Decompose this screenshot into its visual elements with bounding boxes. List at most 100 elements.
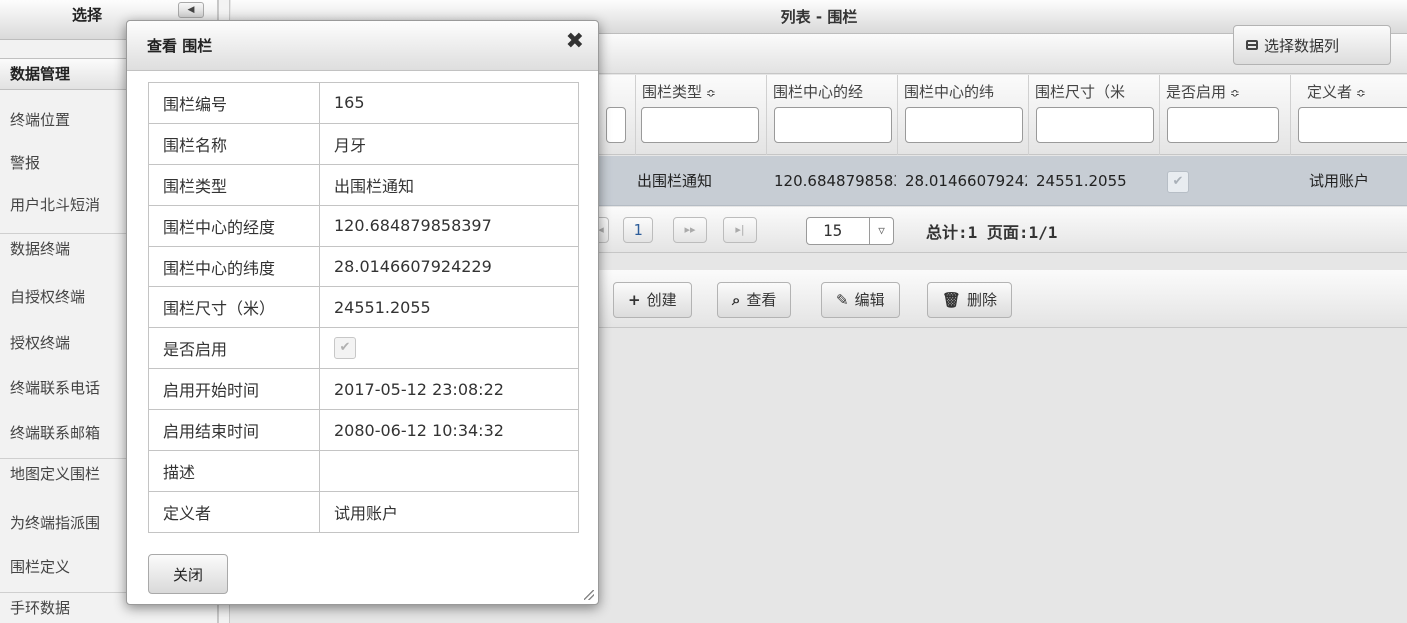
table-row: 启用开始时间 2017-05-12 23:08:22 bbox=[148, 368, 579, 411]
choose-columns-label: 选择数据列 bbox=[1264, 36, 1340, 55]
delete-label: 删除 bbox=[967, 291, 998, 309]
choose-columns-button[interactable]: 选择数据列 bbox=[1233, 25, 1391, 65]
filter-input[interactable] bbox=[905, 107, 1023, 143]
field-label: 围栏类型 bbox=[148, 163, 320, 206]
column-header-center-lng[interactable]: 围栏中心的经 bbox=[766, 75, 896, 155]
table-row: 围栏类型 出围栏通知 bbox=[148, 163, 579, 206]
columns-icon bbox=[1246, 40, 1258, 50]
view-fence-dialog: 查看 围栏 ✖ 围栏编号 165 围栏名称 月牙 围栏类型 出围栏通知 围栏中心… bbox=[126, 20, 599, 605]
sidebar-title: 选择 bbox=[72, 6, 103, 24]
column-header-enabled[interactable]: 是否启用 ≎ bbox=[1159, 75, 1289, 155]
last-page-button[interactable]: ▸| bbox=[723, 217, 757, 243]
table-row: 围栏尺寸（米） 24551.2055 bbox=[148, 286, 579, 329]
field-value: 120.684879858397 bbox=[319, 204, 579, 247]
cell-center-lng: 120.684879858397 bbox=[774, 172, 896, 190]
table-row: 围栏中心的纬度 28.0146607924229 bbox=[148, 245, 579, 288]
resize-grip-icon[interactable] bbox=[584, 590, 594, 600]
close-icon[interactable]: ✖ bbox=[566, 29, 584, 54]
table-row: 定义者 试用账户 bbox=[148, 490, 579, 533]
column-label: 围栏中心的纬 bbox=[904, 83, 995, 101]
field-value: 试用账户 bbox=[319, 490, 579, 533]
column-header-center-lat[interactable]: 围栏中心的纬 bbox=[897, 75, 1027, 155]
page-size-select[interactable]: 15 ▽ bbox=[806, 217, 894, 245]
column-label: 定义者 bbox=[1307, 83, 1353, 101]
column-label: 围栏中心的经 bbox=[773, 83, 864, 101]
column-header-owner[interactable]: 定义者 ≎ bbox=[1290, 75, 1407, 155]
page-number: 1 bbox=[633, 221, 643, 239]
table-row: 启用结束时间 2080-06-12 10:34:32 bbox=[148, 409, 579, 452]
field-value: 出围栏通知 bbox=[319, 163, 579, 206]
field-label: 启用开始时间 bbox=[148, 368, 320, 411]
page-size-value: 15 bbox=[823, 221, 843, 240]
filter-input[interactable] bbox=[606, 107, 626, 143]
field-value: 165 bbox=[319, 82, 579, 124]
create-button[interactable]: + 创建 bbox=[613, 282, 692, 318]
filter-input[interactable] bbox=[774, 107, 892, 143]
table-row: 围栏中心的经度 120.684879858397 bbox=[148, 204, 579, 247]
total-summary: 总计:1 页面:1/1 bbox=[926, 223, 1058, 242]
cell-fence-type: 出围栏通知 bbox=[637, 172, 713, 190]
field-value: 28.0146607924229 bbox=[319, 245, 579, 288]
dialog-title: 查看 围栏 bbox=[147, 37, 213, 55]
checkmark-icon: ✔ bbox=[1167, 170, 1189, 193]
cell-owner: 试用账户 bbox=[1309, 172, 1370, 190]
field-label: 围栏编号 bbox=[148, 82, 320, 124]
triangle-left-icon: ◀ bbox=[187, 5, 195, 15]
sort-icon[interactable]: ≎ bbox=[706, 86, 716, 100]
column-label: 是否启用 bbox=[1166, 83, 1227, 101]
dialog-header[interactable]: 查看 围栏 ✖ bbox=[127, 21, 598, 71]
table-row: 描述 bbox=[148, 450, 579, 492]
column-label: 围栏类型 bbox=[642, 83, 703, 101]
column-header-size[interactable]: 围栏尺寸（米 bbox=[1028, 75, 1158, 155]
field-value: 月牙 bbox=[319, 122, 579, 165]
chevron-down-icon[interactable]: ▽ bbox=[869, 218, 893, 244]
cell-enabled: ✔ bbox=[1159, 156, 1289, 206]
next-icon: ▸▸ bbox=[684, 223, 696, 236]
field-value: 24551.2055 bbox=[319, 286, 579, 329]
field-value: ✔ bbox=[319, 327, 579, 370]
prev-icon: ◂ bbox=[598, 223, 604, 236]
search-icon: ⌕ bbox=[732, 291, 741, 309]
last-page-icon: ▸| bbox=[735, 223, 745, 236]
field-value: 2080-06-12 10:34:32 bbox=[319, 409, 579, 452]
sidebar-collapse-button[interactable]: ◀ bbox=[178, 2, 204, 18]
filter-input[interactable] bbox=[1298, 107, 1407, 143]
cell-center-lat: 28.0146607924229 bbox=[905, 172, 1027, 190]
pencil-icon: ✎ bbox=[836, 291, 849, 309]
view-label: 查看 bbox=[746, 291, 777, 309]
trash-icon: 🗑 bbox=[942, 291, 962, 309]
table-row: 围栏编号 165 bbox=[148, 82, 579, 124]
field-label: 围栏名称 bbox=[148, 122, 320, 165]
field-value: 2017-05-12 23:08:22 bbox=[319, 368, 579, 411]
field-label: 围栏中心的纬度 bbox=[148, 245, 320, 288]
enabled-checkbox: ✔ bbox=[334, 337, 356, 360]
field-value bbox=[319, 450, 579, 492]
page-number-button[interactable]: 1 bbox=[623, 217, 653, 243]
detail-table: 围栏编号 165 围栏名称 月牙 围栏类型 出围栏通知 围栏中心的经度 120.… bbox=[148, 82, 579, 533]
filter-input[interactable] bbox=[1036, 107, 1154, 143]
edit-label: 编辑 bbox=[854, 291, 885, 309]
checkmark-icon: ✔ bbox=[339, 340, 351, 356]
field-label: 描述 bbox=[148, 450, 320, 492]
filter-input[interactable] bbox=[641, 107, 759, 143]
filter-input[interactable] bbox=[1167, 107, 1279, 143]
delete-button[interactable]: 🗑 删除 bbox=[927, 282, 1013, 318]
sort-icon[interactable]: ≎ bbox=[1230, 86, 1240, 100]
plus-icon: + bbox=[628, 291, 641, 309]
view-button[interactable]: ⌕ 查看 bbox=[717, 282, 792, 318]
cell-size: 24551.2055 bbox=[1036, 172, 1127, 190]
close-button[interactable]: 关闭 bbox=[148, 554, 228, 594]
field-label: 是否启用 bbox=[148, 327, 320, 370]
sort-icon[interactable]: ≎ bbox=[1356, 86, 1366, 100]
edit-button[interactable]: ✎ 编辑 bbox=[821, 282, 900, 318]
field-label: 启用结束时间 bbox=[148, 409, 320, 452]
create-label: 创建 bbox=[646, 291, 677, 309]
field-label: 围栏尺寸（米） bbox=[148, 286, 320, 329]
column-label: 围栏尺寸（米 bbox=[1035, 83, 1126, 101]
field-label: 定义者 bbox=[148, 490, 320, 533]
dialog-footer: 关闭 bbox=[148, 554, 228, 594]
table-row: 围栏名称 月牙 bbox=[148, 122, 579, 165]
table-row: 是否启用 ✔ bbox=[148, 327, 579, 370]
field-label: 围栏中心的经度 bbox=[148, 204, 320, 247]
next-page-button[interactable]: ▸▸ bbox=[673, 217, 707, 243]
